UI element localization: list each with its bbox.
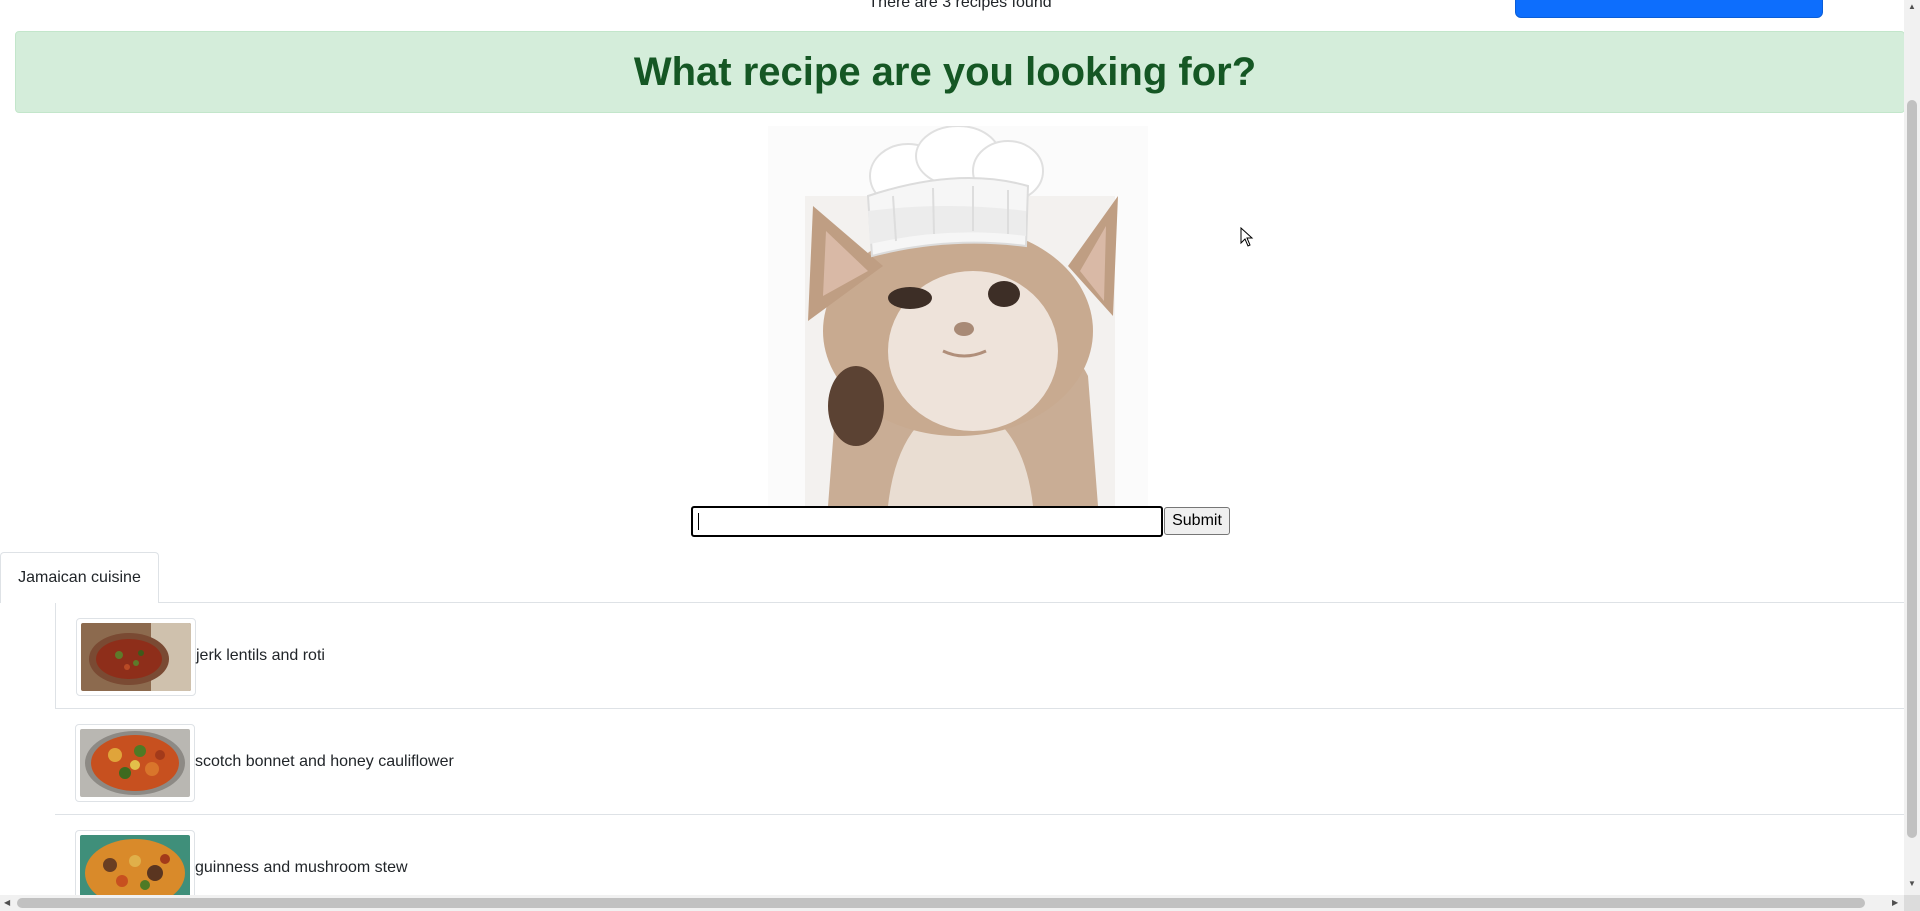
- list-item[interactable]: scotch bonnet and honey cauliflower: [55, 709, 1904, 815]
- mouse-cursor-icon: [1240, 227, 1254, 247]
- primary-button[interactable]: [1515, 0, 1823, 18]
- vertical-scroll-thumb[interactable]: [1907, 100, 1917, 838]
- search-banner: What recipe are you looking for?: [15, 31, 1904, 113]
- lentil-stew-thumbnail: [76, 618, 196, 696]
- horizontal-scrollbar[interactable]: ◀ ▶: [0, 895, 1904, 911]
- tab-jamaican-cuisine[interactable]: Jamaican cuisine: [0, 552, 159, 603]
- scroll-right-icon[interactable]: ▶: [1892, 898, 1898, 908]
- search-input[interactable]: [691, 506, 1163, 537]
- tab-label: Jamaican cuisine: [18, 569, 141, 586]
- horizontal-scroll-thumb[interactable]: [17, 898, 1865, 908]
- page-title: What recipe are you looking for?: [633, 49, 1257, 94]
- scroll-down-icon[interactable]: ▼: [1908, 880, 1916, 888]
- roasted-cauliflower-thumbnail: [75, 724, 195, 802]
- recipe-name: jerk lentils and roti: [196, 646, 325, 664]
- recipe-name: scotch bonnet and honey cauliflower: [195, 752, 454, 770]
- search-form: Submit: [691, 506, 1230, 537]
- page-viewport: There are 3 recipes found What recipe ar…: [0, 0, 1904, 895]
- recipe-list: jerk lentils and roti scotch bonnet and …: [55, 603, 1904, 895]
- list-item[interactable]: guinness and mushroom stew: [55, 815, 1904, 895]
- list-item[interactable]: jerk lentils and roti: [55, 603, 1904, 709]
- text-caret: [698, 513, 699, 530]
- chef-cat-image: [768, 126, 1148, 506]
- vertical-scrollbar[interactable]: ▲ ▼: [1904, 0, 1920, 895]
- submit-button[interactable]: Submit: [1164, 507, 1230, 535]
- scroll-left-icon[interactable]: ◀: [4, 898, 10, 908]
- mushroom-stew-thumbnail: [75, 830, 195, 895]
- scrollbar-corner: [1904, 895, 1920, 911]
- scroll-up-icon[interactable]: ▲: [1908, 3, 1916, 11]
- recipe-name: guinness and mushroom stew: [195, 858, 408, 876]
